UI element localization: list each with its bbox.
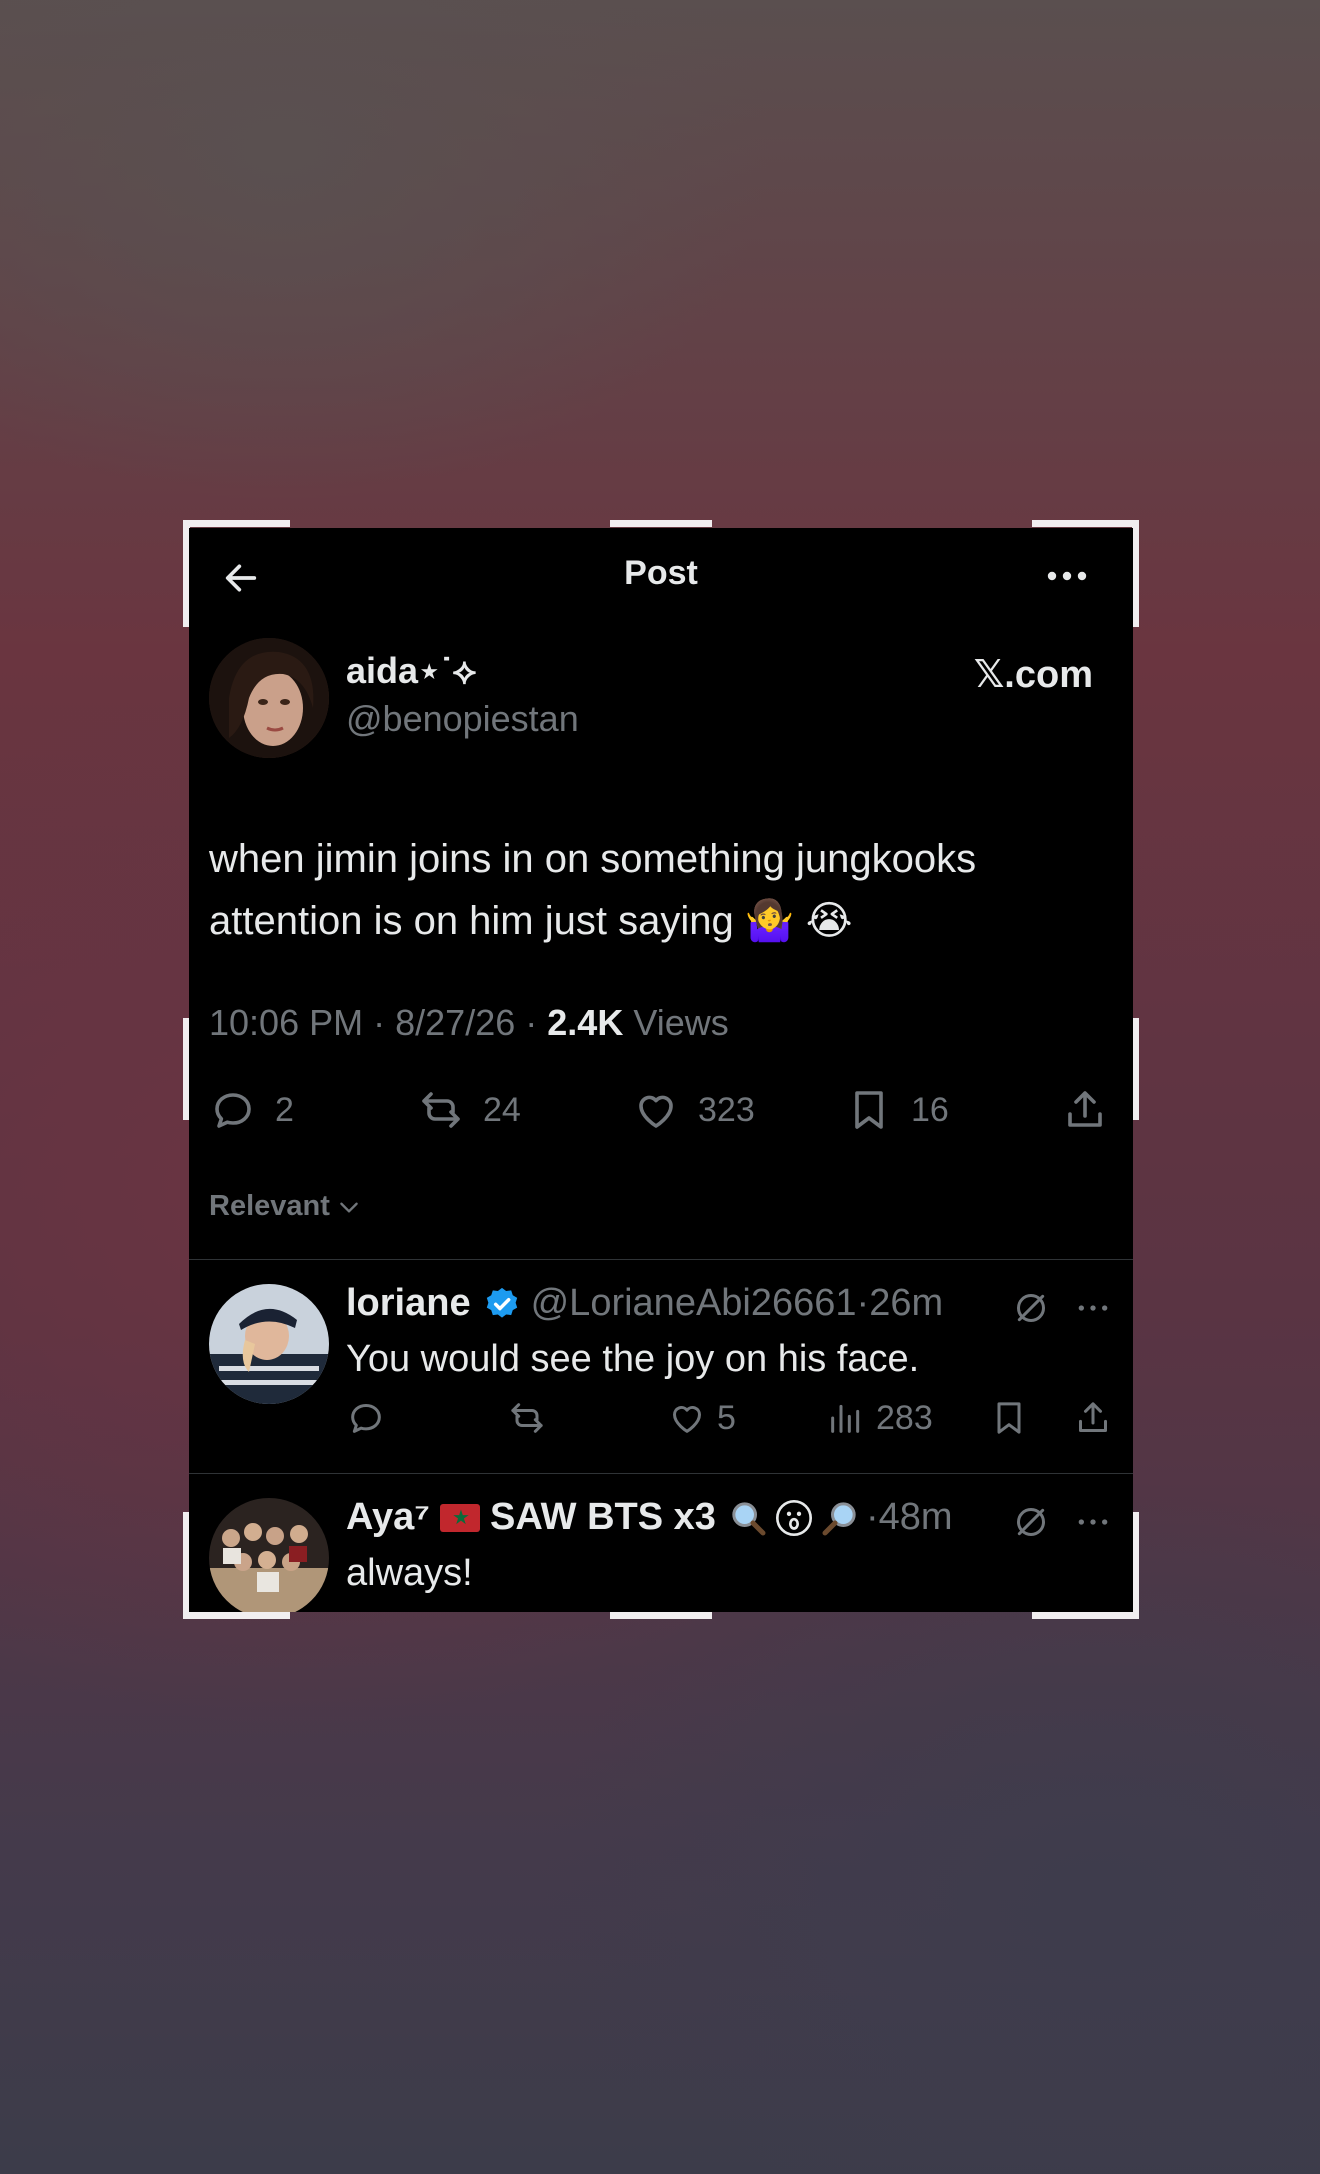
- reply-item[interactable]: loriane @LorianeAbi26661 · 26m You would…: [189, 1260, 1133, 1470]
- crop-edge-bottom[interactable]: [610, 1612, 712, 1619]
- reply-icon: [351, 1404, 381, 1433]
- post-time: 10:06 PM: [209, 1002, 364, 1043]
- post-date: 8/27/26: [395, 1002, 516, 1043]
- crop-corner-top-right-v[interactable]: [1132, 520, 1139, 627]
- reply-item[interactable]: Aya⁷ SAW BTS x3 · 48m always!: [189, 1474, 1133, 1612]
- like-count: 323: [698, 1090, 755, 1129]
- sort-dropdown[interactable]: Relevant: [209, 1190, 362, 1223]
- repost-icon: [511, 1403, 543, 1433]
- crop-corner-bottom-left-h[interactable]: [183, 1612, 290, 1619]
- reply-avatar[interactable]: [209, 1284, 329, 1404]
- bookmark-count: 16: [911, 1090, 949, 1129]
- reply-views-count: 283: [876, 1398, 933, 1437]
- author-avatar[interactable]: [209, 638, 329, 758]
- reply-reply-button[interactable]: [346, 1398, 386, 1438]
- views-count[interactable]: 2.4K: [547, 1002, 623, 1043]
- reply-text: always!: [346, 1552, 473, 1594]
- reply-button[interactable]: 2: [209, 1080, 294, 1140]
- bookmark-icon: [997, 1402, 1021, 1434]
- reply-handle[interactable]: @LorianeAbi26661: [531, 1282, 857, 1325]
- bookmark-icon: [855, 1091, 883, 1129]
- post-meta: 10:06 PM · 8/27/26 · 2.4K Views: [209, 1002, 729, 1044]
- share-button[interactable]: [1061, 1080, 1109, 1140]
- views-label: Views: [633, 1002, 729, 1043]
- reply-views-button[interactable]: 283: [826, 1398, 933, 1438]
- post-actions: 2 24 323 16: [189, 1080, 1133, 1140]
- post-text: when jimin joins in on something jungkoo…: [209, 837, 977, 943]
- heart-icon: [639, 1095, 673, 1128]
- heart-icon: [673, 1406, 701, 1433]
- chevron-down-icon: [340, 1202, 358, 1213]
- crop-corner-bottom-right-v[interactable]: [1132, 1512, 1139, 1619]
- reply-count: 2: [275, 1090, 294, 1129]
- sort-label: Relevant: [209, 1190, 330, 1222]
- page-title: Post: [624, 554, 698, 592]
- crop-corner-top-left-h[interactable]: [183, 520, 290, 527]
- repost-icon: [422, 1092, 460, 1128]
- reply-text: You would see the joy on his face.: [346, 1338, 920, 1380]
- reply-repost-button[interactable]: [507, 1398, 547, 1438]
- top-bar: Post: [189, 528, 1133, 628]
- share-icon: [1079, 1402, 1107, 1432]
- meta-separator: ·: [525, 1002, 538, 1043]
- views-chart-icon: [831, 1404, 860, 1433]
- magnifying-glass-icon: [732, 1501, 766, 1535]
- reply-icon: [215, 1093, 251, 1128]
- verified-badge-icon: [486, 1287, 517, 1318]
- reply-author-name[interactable]: Aya⁷: [346, 1496, 430, 1539]
- reply-author-name[interactable]: loriane: [346, 1282, 471, 1325]
- like-button[interactable]: 323: [632, 1080, 755, 1140]
- meta-separator: ·: [856, 1282, 870, 1324]
- reply-header: Aya⁷ SAW BTS x3 · 48m: [346, 1496, 953, 1539]
- reply-like-button[interactable]: 5: [667, 1398, 736, 1438]
- reply-header-icons: [1011, 1502, 1113, 1542]
- source-label: 𝕏.com: [973, 654, 1093, 696]
- crop-corner-bottom-right-h[interactable]: [1032, 1612, 1139, 1619]
- morocco-flag-icon: [439, 1503, 480, 1532]
- more-options-icon[interactable]: [1045, 556, 1089, 596]
- crop-edge-right[interactable]: [1132, 1018, 1139, 1120]
- meta-separator: ·: [373, 1002, 386, 1043]
- reply-header: loriane @LorianeAbi26661 · 26m: [346, 1282, 943, 1325]
- grok-icon[interactable]: [1011, 1502, 1051, 1542]
- post-card: Post aida⋆˙⟡ @benopiestan 𝕏.com when jim…: [189, 528, 1133, 1612]
- surprised-face-icon: [775, 1499, 812, 1536]
- reply-author-name-suffix[interactable]: SAW BTS x3: [490, 1496, 716, 1539]
- reply-time: 48m: [878, 1496, 953, 1538]
- author-name[interactable]: aida⋆˙⟡: [346, 650, 476, 693]
- share-icon: [1068, 1091, 1102, 1127]
- reply-header-icons: [1011, 1288, 1113, 1328]
- crop-edge-top[interactable]: [610, 520, 712, 527]
- grok-icon[interactable]: [1011, 1288, 1051, 1328]
- more-options-icon[interactable]: [1073, 1288, 1113, 1328]
- bookmark-button[interactable]: 16: [845, 1080, 949, 1140]
- more-options-icon[interactable]: [1073, 1502, 1113, 1542]
- reply-time: 26m: [869, 1282, 944, 1324]
- crop-corner-top-right-h[interactable]: [1032, 520, 1139, 527]
- reply-bookmark-button[interactable]: [989, 1398, 1029, 1438]
- author-handle[interactable]: @benopiestan: [346, 698, 579, 740]
- repost-button[interactable]: 24: [417, 1080, 521, 1140]
- magnifying-glass-right-icon: [822, 1501, 856, 1535]
- meta-separator: ·: [865, 1496, 879, 1538]
- repost-count: 24: [483, 1090, 521, 1129]
- reply-avatar[interactable]: [209, 1498, 329, 1612]
- reply-like-count: 5: [717, 1398, 736, 1437]
- reply-share-button[interactable]: [1073, 1398, 1113, 1438]
